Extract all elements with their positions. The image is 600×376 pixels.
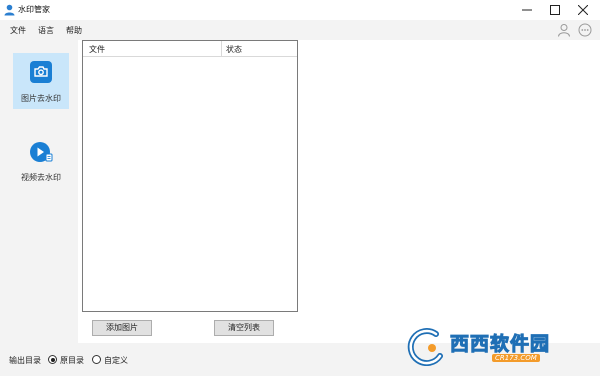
original-directory-label[interactable]: 原目录 [60, 355, 84, 366]
user-icon[interactable] [557, 23, 571, 37]
watermark-site: CR173.COM [492, 354, 540, 362]
close-icon [578, 5, 588, 15]
sidebar: 图片去水印 视频去水印 [0, 40, 78, 343]
sidebar-item-label: 视频去水印 [21, 173, 61, 182]
menu-language[interactable]: 语言 [38, 25, 54, 36]
menu-help[interactable]: 帮助 [66, 25, 82, 36]
file-list[interactable]: 文件 状态 [82, 40, 298, 312]
window-title: 水印管家 [18, 5, 50, 14]
custom-directory-label[interactable]: 自定义 [104, 355, 128, 366]
column-header-file[interactable]: 文件 [89, 44, 105, 55]
video-watermark-icon [30, 142, 53, 162]
minimize-button[interactable] [513, 0, 541, 20]
watermark-logo-icon [407, 328, 443, 366]
output-directory-label: 输出目录 [9, 356, 41, 365]
minimize-icon [522, 9, 532, 11]
chat-icon[interactable] [578, 23, 592, 37]
site-watermark: 西西软件园 CR173.COM [402, 320, 592, 370]
menu-bar: 文件 语言 帮助 [0, 20, 600, 40]
sidebar-item-label: 图片去水印 [21, 94, 61, 103]
original-directory-radio[interactable] [48, 355, 57, 364]
sidebar-item-image-watermark[interactable]: 图片去水印 [13, 53, 69, 109]
add-image-button[interactable]: 添加图片 [92, 320, 152, 336]
maximize-icon [550, 5, 560, 15]
maximize-button[interactable] [541, 0, 569, 20]
file-list-header: 文件 状态 [83, 41, 297, 57]
menu-file[interactable]: 文件 [10, 25, 26, 36]
custom-directory-radio[interactable] [92, 355, 101, 364]
column-divider[interactable] [221, 41, 222, 57]
column-header-status[interactable]: 状态 [226, 44, 242, 55]
watermark-brand: 西西软件园 [449, 333, 551, 356]
image-watermark-icon [30, 61, 52, 83]
title-bar: 水印管家 [0, 0, 600, 20]
app-logo-icon [4, 4, 15, 16]
close-button[interactable] [569, 0, 597, 20]
sidebar-item-video-watermark[interactable]: 视频去水印 [13, 138, 69, 194]
clear-list-button[interactable]: 清空列表 [214, 320, 274, 336]
